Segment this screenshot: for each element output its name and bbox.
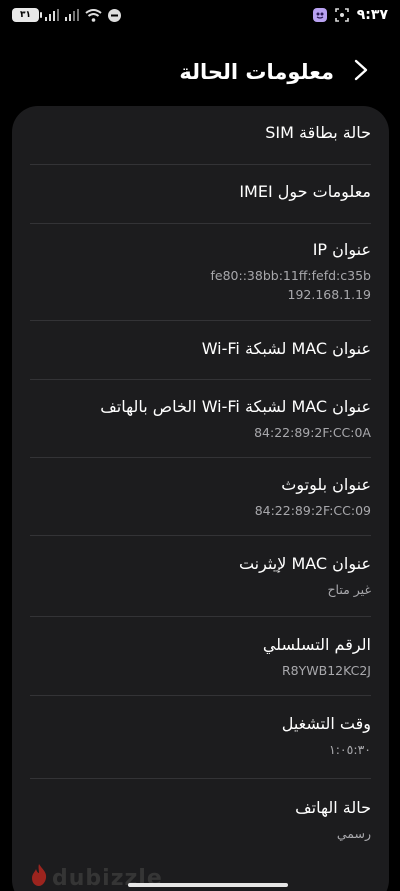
list-item-value: 84:22:89:2F:CC:0A (254, 425, 371, 440)
watermark-text: dubizzle (52, 866, 163, 891)
status-clock: ٩:٣٧ (356, 7, 388, 23)
home-indicator[interactable] (128, 883, 288, 887)
status-info-list: حالة بطاقة SIM معلومات حول IMEI عنوان IP… (12, 106, 389, 891)
page-header: معلومات الحالة (0, 52, 400, 92)
list-item-uptime: وقت التشغيل ١:٠٥:٣٠ (30, 696, 371, 779)
status-info-screen: ٣١ ٩:٣٧ معلومات الحالة حالة بطاقة SIM مع… (0, 0, 400, 891)
list-item-phone-status[interactable]: حالة الهاتف رسمي (30, 779, 371, 863)
list-item-value: R8YWB12KC2J (282, 663, 371, 678)
list-item-ethernet-mac: عنوان MAC لإيثرنت غير متاح (30, 536, 371, 617)
list-item-title: حالة الهاتف (295, 798, 371, 817)
flame-logo-icon (30, 863, 48, 891)
list-item-title: عنوان MAC لإيثرنت (238, 554, 371, 573)
list-item-serial-number: الرقم التسلسلي R8YWB12KC2J (30, 617, 371, 696)
signal-icon-2 (65, 9, 79, 21)
app-notification-icon (312, 8, 327, 22)
list-item-sim-status[interactable]: حالة بطاقة SIM (30, 106, 371, 165)
battery-level: ٣١ (20, 10, 31, 20)
status-left-group: ٣١ (12, 8, 121, 22)
page-title: معلومات الحالة (179, 60, 334, 84)
list-item-title: عنوان بلوتوث (281, 475, 371, 494)
signal-icon (45, 9, 59, 21)
list-item-title: عنوان MAC لشبكة Wi-Fi (201, 339, 371, 358)
list-item-phone-wifi-mac: عنوان MAC لشبكة Wi-Fi الخاص بالهاتف 84:2… (30, 380, 371, 458)
list-item-wifi-mac: عنوان MAC لشبكة Wi-Fi (30, 321, 371, 380)
do-not-disturb-icon (108, 8, 121, 22)
list-item-value: 84:22:89:2F:CC:09 (254, 503, 371, 518)
list-item-title: عنوان IP (312, 240, 371, 259)
wifi-icon (85, 8, 102, 22)
battery-icon: ٣١ (12, 8, 42, 22)
chevron-back-icon (354, 59, 368, 85)
list-item-bluetooth-address: عنوان بلوتوث 84:22:89:2F:CC:09 (30, 458, 371, 536)
dubizzle-watermark: dubizzle (30, 863, 163, 891)
list-item-imei-info[interactable]: معلومات حول IMEI (30, 165, 371, 224)
list-item-value: fe80::38bb:11ff:fefd:c35b (210, 268, 372, 283)
list-item-title: عنوان MAC لشبكة Wi-Fi الخاص بالهاتف (100, 397, 371, 416)
list-item-value: رسمي (336, 826, 371, 841)
list-item-ip-address: عنوان IP fe80::38bb:11ff:fefd:c35b 192.1… (30, 224, 371, 321)
status-bar: ٣١ ٩:٣٧ (0, 0, 400, 30)
list-item-title: حالة بطاقة SIM (265, 123, 371, 142)
back-button[interactable] (346, 57, 376, 87)
list-item-title: معلومات حول IMEI (239, 182, 371, 201)
list-item-title: الرقم التسلسلي (262, 635, 371, 654)
list-item-title: وقت التشغيل (281, 714, 371, 733)
list-item-value-secondary: 192.168.1.19 (287, 287, 372, 302)
list-item-value: ١:٠٥:٣٠ (329, 742, 371, 757)
status-right-group: ٩:٣٧ (312, 7, 388, 23)
screenshot-icon (334, 8, 349, 22)
list-item-value: غير متاح (327, 582, 371, 597)
